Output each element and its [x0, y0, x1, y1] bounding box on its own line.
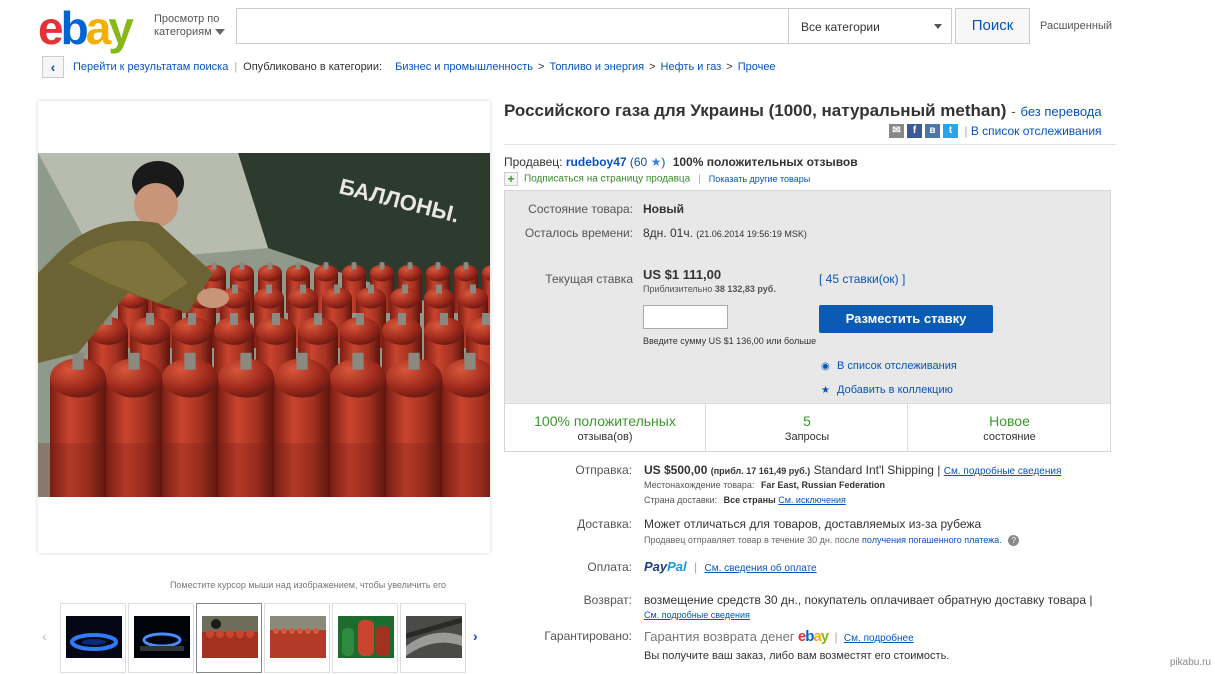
category-select[interactable]: Все категории: [788, 9, 952, 43]
main-product-photo[interactable]: БАЛЛОНЫ.: [38, 153, 490, 497]
back-to-results-link[interactable]: Перейти к результатам поиска: [73, 61, 228, 73]
place-bid-button[interactable]: Разместить ставку: [819, 305, 993, 333]
twitter-icon[interactable]: t: [943, 123, 958, 138]
thumbnail-selected[interactable]: [196, 603, 262, 673]
item-stats: 100% положительных отзыва(ов) 5 Запросы Но…: [505, 403, 1110, 452]
breadcrumb-item[interactable]: Прочее: [738, 61, 776, 73]
seller-info: Продавец: rudeboy47 (60 ★) 100% положите…: [504, 155, 858, 169]
untranslated-link[interactable]: без перевода: [1021, 104, 1102, 119]
seller-actions: + Подписаться на страницу продавца | Показа…: [504, 172, 810, 186]
browse-categories-button[interactable]: Просмотр по категориям: [154, 13, 225, 39]
collection-action[interactable]: ★ Добавить в коллекцию: [821, 384, 953, 396]
payment-received-link[interactable]: получения погашенного платежа.: [862, 535, 1002, 545]
star-icon: ★: [821, 385, 830, 396]
thumbnail-strip: [60, 603, 468, 673]
eye-icon: ◉: [821, 361, 830, 372]
gas-cylinders-photo: БАЛЛОНЫ.: [38, 153, 490, 497]
search-bar: Все категории: [236, 8, 952, 44]
stat-feedback: 100% положительных отзыва(ов): [505, 404, 706, 452]
zoom-hint: Поместите курсор мыши над изображением, …: [169, 580, 447, 590]
ebay-mini-logo: ebay: [797, 628, 829, 645]
breadcrumb-item[interactable]: Нефть и газ: [661, 61, 722, 73]
guarantee-details-link[interactable]: См. подробнее: [844, 633, 914, 644]
shipping-details-link[interactable]: См. подробные сведения: [944, 466, 1062, 477]
thumbs-prev-icon[interactable]: ‹: [42, 628, 47, 644]
vk-icon[interactable]: в: [925, 123, 940, 138]
back-arrow-icon[interactable]: ‹: [42, 56, 64, 78]
main-image-panel[interactable]: БАЛЛОНЫ.: [38, 101, 490, 553]
payment-info: PayPal | См. сведения об оплате: [644, 559, 817, 574]
watchlist-action[interactable]: ◉ В список отслеживания: [821, 360, 957, 372]
guarantee-info: Гарантия возврата денег ebay | См. подро…: [644, 628, 914, 645]
seller-other-items-link[interactable]: Показать другие товары: [709, 174, 810, 184]
payment-details-link[interactable]: См. сведения об оплате: [704, 563, 816, 574]
help-icon[interactable]: ?: [1008, 535, 1020, 546]
search-input[interactable]: [237, 9, 788, 43]
search-button[interactable]: Поиск: [955, 8, 1030, 44]
share-bar: ✉ f в t | В список отслеживания: [889, 123, 1102, 138]
shipping-info: US $500,00 (прибл. 17 161,49 руб.) Stand…: [644, 463, 1062, 477]
advanced-search-link[interactable]: Расширенный: [1040, 20, 1112, 32]
item-title: Российского газа для Украины (1000, нату…: [504, 101, 1102, 120]
breadcrumb-item[interactable]: Бизнес и промышленность: [395, 61, 533, 73]
facebook-icon[interactable]: f: [907, 123, 922, 138]
watermark: pikabu.ru: [1169, 657, 1211, 668]
bid-box: Состояние товара: Новый Осталось времени…: [504, 190, 1111, 452]
star-icon: ★: [650, 155, 662, 169]
chevron-down-icon: [934, 24, 942, 29]
bid-amount-input[interactable]: [643, 305, 728, 329]
bid-history-link[interactable]: [ 45 ставки(ок) ]: [819, 272, 905, 286]
breadcrumb: Перейти к результатам поиска | Опубликован…: [73, 61, 776, 73]
mail-icon[interactable]: ✉: [889, 123, 904, 138]
exceptions-link[interactable]: См. исключения: [778, 495, 846, 505]
seller-score-link[interactable]: (60 ★): [630, 155, 665, 169]
plus-icon[interactable]: +: [504, 172, 518, 186]
thumbnail[interactable]: [128, 603, 194, 673]
thumbnail[interactable]: [332, 603, 398, 673]
thumbs-next-icon[interactable]: ›: [473, 628, 478, 644]
thumbnail[interactable]: [264, 603, 330, 673]
stat-condition: Новое состояние: [983, 413, 1036, 443]
returns-details-link[interactable]: См. подробные сведения: [644, 610, 750, 620]
chevron-down-icon: [214, 29, 225, 36]
seller-name-link[interactable]: rudeboy47: [566, 155, 627, 169]
thumbnail[interactable]: [400, 603, 466, 673]
paypal-logo: PayPal: [644, 559, 687, 574]
add-to-watchlist-link[interactable]: В список отслеживания: [971, 124, 1102, 138]
ebay-logo[interactable]: ebay: [38, 5, 134, 51]
divider: [504, 144, 1116, 145]
breadcrumb-item[interactable]: Топливо и энергия: [549, 61, 644, 73]
thumbnail[interactable]: [60, 603, 126, 673]
subscribe-seller-link[interactable]: Подписаться на страницу продавца: [524, 174, 690, 185]
stat-requests: 5 Запросы: [707, 404, 908, 452]
